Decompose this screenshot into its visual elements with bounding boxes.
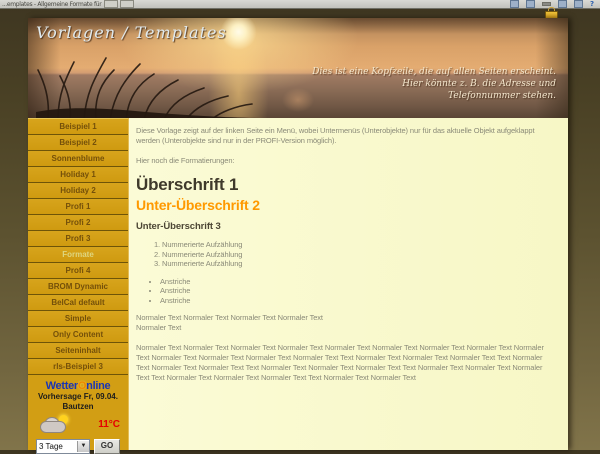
intro-paragraph: Diese Vorlage zeigt auf der linken Seite… [136,126,556,146]
cloud-base [40,421,66,433]
weather-controls: 3 Tage ▼ GO [28,439,128,454]
navigation-menu: Beispiel 1 Beispiel 2 Sonnenblume Holida… [28,118,128,375]
weather-widget: WetterOnline Vorhersage Fr, 09.04. Bautz… [28,380,128,454]
sidebar-item-holiday-2[interactable]: Holiday 2 [28,183,128,199]
sidebar-item-profi-2[interactable]: Profi 2 [28,215,128,231]
list-item: Anstriche [160,286,556,296]
sidebar-item-beispiel-2[interactable]: Beispiel 2 [28,135,128,151]
sidebar-item-belcal-default[interactable]: BelCal default [28,295,128,311]
tagline-line: Hier könnte z. B. die Adresse und [312,78,556,90]
minimize-icon[interactable] [542,2,551,6]
sidebar-item-sonnenblume[interactable]: Sonnenblume [28,151,128,167]
browser-tab-title[interactable]: ...emplates - Allgemeine Formate für Tex… [0,1,102,8]
sidebar-item-rls-beispiel-3[interactable]: rls-Beispiel 3 [28,359,128,375]
weather-forecast-date: Vorhersage Fr, 09.04. [28,392,128,402]
temperature-value: 11°C [98,419,120,430]
wetteronline-logo[interactable]: WetterOnline [28,380,128,392]
sidebar-item-holiday-1[interactable]: Holiday 1 [28,167,128,183]
sidebar: Beispiel 1 Beispiel 2 Sonnenblume Holida… [28,118,129,450]
sidebar-item-simple[interactable]: Simple [28,311,128,327]
numbered-list: Nummerierte Aufzählung Nummerierte Aufzä… [136,240,556,269]
logo-sun-o-icon: O [78,380,86,392]
list-item: Nummerierte Aufzählung [162,259,556,269]
sidebar-item-profi-1[interactable]: Profi 1 [28,199,128,215]
normal-text-paragraph-2: Normaler Text Normaler Text Normaler Tex… [136,343,556,383]
heading-2: Unter-Überschrift 2 [136,200,556,210]
logo-wetter: Wetter [46,380,78,392]
beach-grass-silhouette [36,48,266,118]
forecast-range-select[interactable]: 3 Tage ▼ [36,439,90,454]
site-container: Vorlagen / Templates Dies ist eine Kopfz… [28,18,568,450]
sidebar-item-only-content[interactable]: Only Content [28,327,128,343]
weather-city: Bautzen [28,402,128,412]
page-icon[interactable] [574,0,583,8]
print-icon[interactable] [510,0,519,8]
normal-text-paragraph-1: Normaler Text Normaler Text Normaler Tex… [136,313,556,333]
tagline-line: Dies ist eine Kopfzeile, die auf allen S… [312,66,556,78]
heading-1: Überschrift 1 [136,180,556,190]
sidebar-item-beispiel-1[interactable]: Beispiel 1 [28,119,128,135]
header-tagline: Dies ist eine Kopfzeile, die auf allen S… [312,66,556,102]
site-title: Vorlagen / Templates [36,23,227,42]
heading-3: Unter-Überschrift 3 [136,222,556,232]
chevron-down-icon[interactable]: ▼ [77,441,89,452]
weather-icon-row: 11°C [28,411,128,436]
go-button[interactable]: GO [94,439,120,454]
layout-icon[interactable] [526,0,535,8]
logo-nline: nline [86,380,110,392]
bullet-list: Anstriche Anstriche Anstriche [136,277,556,306]
list-item: Anstriche [160,296,556,306]
help-icon[interactable]: ? [590,1,594,7]
page-header-image: Vorlagen / Templates Dies ist eine Kopfz… [28,18,568,118]
sidebar-item-seiteninhalt[interactable]: Seiteninhalt [28,343,128,359]
list-item: Anstriche [160,277,556,287]
cascade-icon[interactable] [558,0,567,8]
browser-toolbar-icons: ? [510,0,600,8]
sidebar-item-formate[interactable]: Formate [28,247,128,263]
content-area: Diese Vorlage zeigt auf der linken Seite… [129,118,568,450]
sidebar-item-profi-4[interactable]: Profi 4 [28,263,128,279]
browser-bar: ...emplates - Allgemeine Formate für Tex… [0,0,600,9]
browser-tab-stub[interactable] [120,0,134,8]
formats-label: Hier noch die Formatierungen: [136,156,556,166]
cloud-sun-icon [38,415,70,433]
main-row: Beispiel 1 Beispiel 2 Sonnenblume Holida… [28,118,568,450]
sidebar-item-profi-3[interactable]: Profi 3 [28,231,128,247]
browser-tab-stub[interactable] [104,0,118,8]
list-item: Nummerierte Aufzählung [162,250,556,260]
tagline-line: Telefonnummer stehen. [312,90,556,102]
sidebar-item-brom-dynamic[interactable]: BROM Dynamic [28,279,128,295]
list-item: Nummerierte Aufzählung [162,240,556,250]
